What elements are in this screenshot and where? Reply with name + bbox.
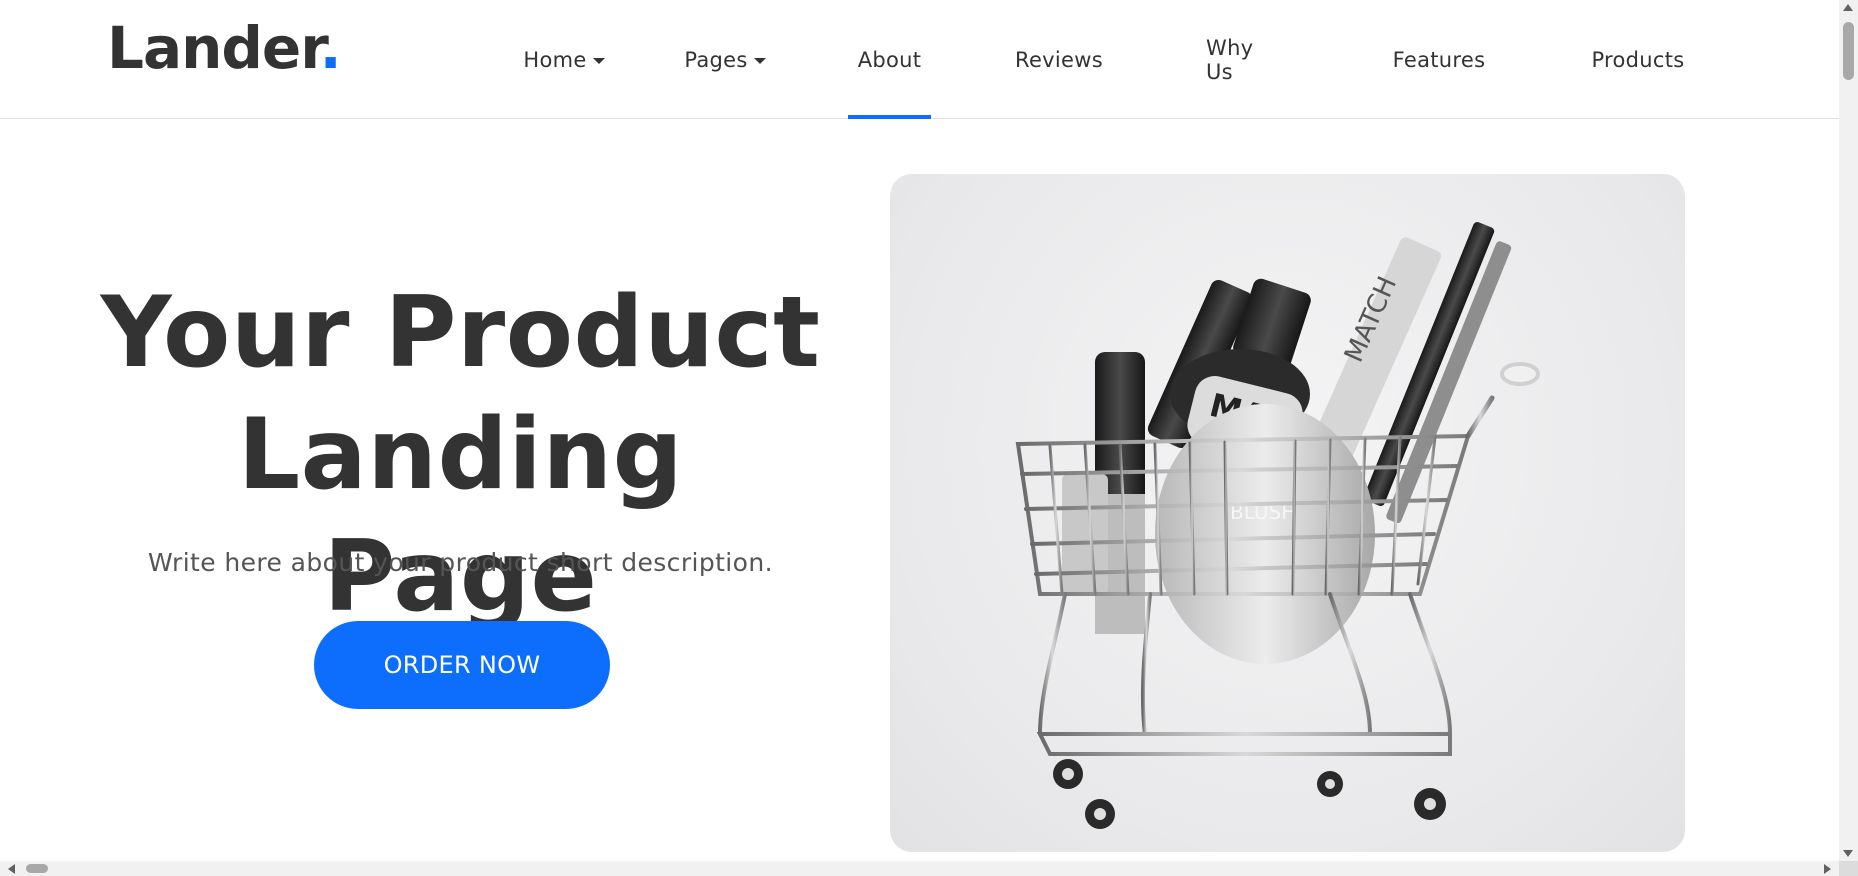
nav-label-pages: Pages (684, 47, 748, 72)
site-header: Lander. Home Pages About Reviews Why Us … (0, 0, 1839, 119)
landing-page: Lander. Home Pages About Reviews Why Us … (0, 0, 1858, 876)
nav-item-home[interactable]: Home (523, 0, 605, 119)
nav-item-features[interactable]: Features (1393, 0, 1485, 119)
scroll-right-arrow-icon[interactable] (1824, 864, 1831, 874)
scroll-down-arrow-icon[interactable] (1843, 850, 1853, 857)
vertical-scrollbar[interactable] (1839, 0, 1858, 861)
hero-title: Your Product Landing Page (88, 272, 833, 638)
nav-label-products: Products (1591, 47, 1685, 72)
hero-title-line2: Landing Page (237, 398, 684, 634)
logo[interactable]: Lander. (107, 14, 342, 82)
logo-text: Lander (107, 14, 321, 82)
main-nav: Home Pages About Reviews Why Us Features… (500, 0, 1700, 119)
logo-dot: . (319, 14, 342, 82)
product-image: MATCH MAKE BLUSH (890, 174, 1685, 852)
vertical-scroll-thumb[interactable] (1843, 22, 1854, 80)
scroll-up-arrow-icon[interactable] (1843, 4, 1853, 11)
horizontal-scrollbar[interactable] (0, 861, 1839, 876)
chevron-down-icon (592, 57, 605, 64)
horizontal-scroll-thumb[interactable] (26, 864, 48, 873)
nav-label-why-us: Why Us (1206, 35, 1254, 84)
nav-item-products[interactable]: Products (1590, 0, 1686, 119)
nav-label-home: Home (523, 47, 587, 72)
shopping-cart-with-cosmetics-image: MATCH MAKE BLUSH (1015, 222, 1540, 829)
nav-label-features: Features (1392, 47, 1486, 72)
scroll-left-arrow-icon[interactable] (8, 864, 15, 874)
hero-description: Write here about your product short desc… (148, 548, 773, 577)
nav-label-about: About (857, 47, 922, 72)
scrollbar-corner (1839, 861, 1858, 876)
chevron-down-icon (753, 57, 766, 64)
nav-item-reviews[interactable]: Reviews (1015, 0, 1103, 119)
hero-title-line1: Your Product (100, 276, 821, 390)
nav-item-pages[interactable]: Pages (684, 0, 766, 119)
nav-item-about[interactable]: About (848, 0, 931, 119)
order-now-button[interactable]: ORDER NOW (314, 621, 610, 709)
nav-item-why-us[interactable]: Why Us (1206, 0, 1286, 119)
nav-label-reviews: Reviews (1015, 47, 1103, 72)
